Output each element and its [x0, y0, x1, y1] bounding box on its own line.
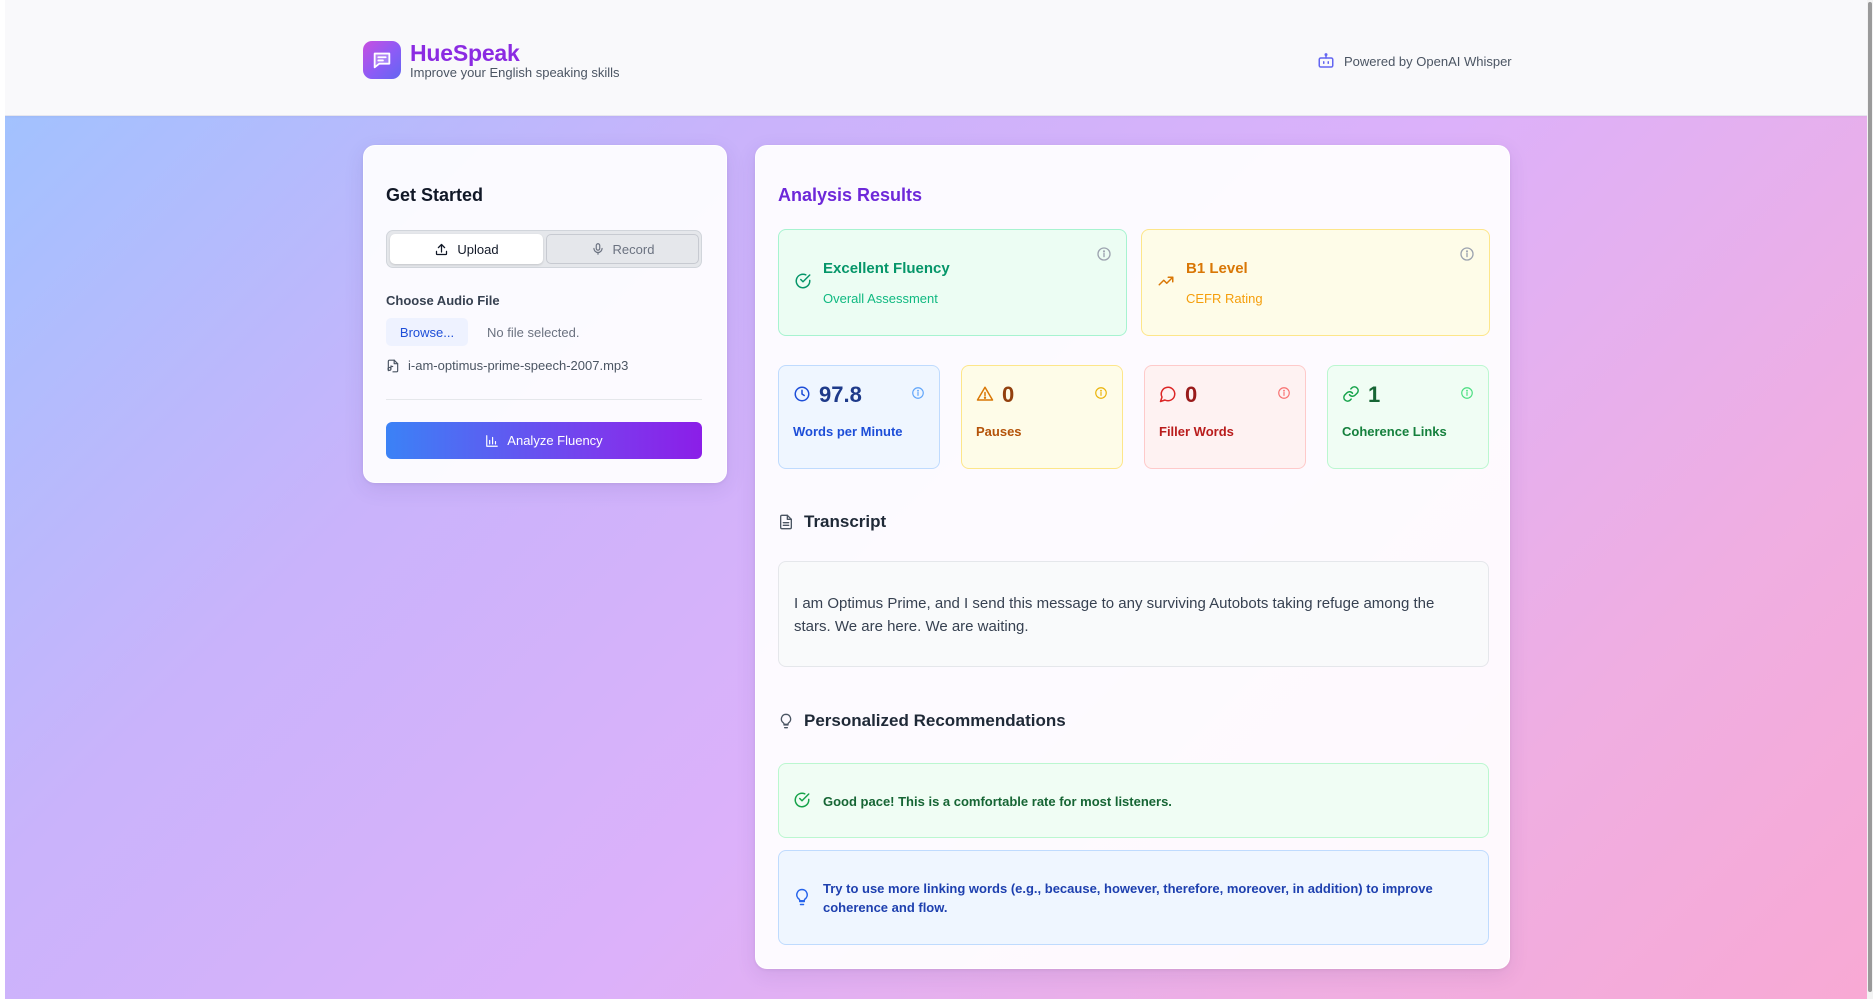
assessment-subtitle: Overall Assessment — [823, 291, 938, 306]
recommendation-text: Try to use more linking words (e.g., bec… — [823, 881, 1433, 915]
clock-icon — [794, 386, 810, 402]
input-mode-tabs: Upload Record — [386, 230, 702, 268]
selected-file-name: i-am-optimus-prime-speech-2007.mp3 — [408, 358, 629, 373]
info-icon[interactable] — [1459, 246, 1475, 262]
info-icon[interactable] — [911, 386, 925, 400]
cefr-title: B1 Level — [1186, 260, 1248, 277]
tab-upload[interactable]: Upload — [390, 234, 543, 264]
divider — [386, 399, 702, 400]
recommendations-heading: Personalized Recommendations — [778, 711, 1066, 731]
metric-value: 1 — [1368, 382, 1381, 407]
audio-file-icon — [387, 359, 399, 372]
transcript-heading: Transcript — [778, 512, 886, 532]
metric-label: Filler Words — [1159, 424, 1234, 439]
get-started-title: Get Started — [386, 185, 484, 205]
metric-value: 0 — [1002, 382, 1015, 407]
app-tagline: Improve your English speaking skills — [410, 65, 620, 80]
transcript-text: I am Optimus Prime, and I send this mess… — [778, 561, 1489, 667]
get-started-card: Get Started Upload Record Choose Audio F… — [363, 145, 727, 483]
metric-label: Pauses — [976, 424, 1022, 439]
lightbulb-icon — [796, 888, 808, 906]
assessment-title: Excellent Fluency — [823, 260, 950, 277]
results-title: Analysis Results — [778, 185, 923, 205]
analyze-fluency-button[interactable]: Analyze Fluency — [386, 422, 702, 459]
app-logo — [363, 41, 401, 79]
powered-by-text: Powered by OpenAI Whisper — [1344, 53, 1512, 69]
lightbulb-icon — [780, 713, 792, 729]
browse-button[interactable]: Browse... — [386, 318, 468, 346]
info-icon[interactable] — [1460, 386, 1474, 400]
overall-assessment-card: Excellent Fluency Overall Assessment — [778, 229, 1127, 336]
transcript-title: Transcript — [804, 512, 887, 531]
metric-label: Coherence Links — [1342, 424, 1447, 439]
app-title: HueSpeak — [410, 40, 520, 66]
file-status: No file selected. — [487, 325, 580, 340]
cefr-rating-card: B1 Level CEFR Rating — [1141, 229, 1490, 336]
recommendation-item: Try to use more linking words (e.g., bec… — [778, 850, 1489, 945]
check-circle-icon — [795, 273, 811, 289]
choose-file-label: Choose Audio File — [386, 293, 500, 308]
metric-coherence-links: 1 Coherence Links — [1327, 365, 1489, 469]
speech-bubble-icon — [1159, 386, 1176, 403]
metric-label: Words per Minute — [793, 424, 903, 439]
tab-upload-label: Upload — [457, 241, 499, 257]
bar-chart-icon — [486, 434, 499, 447]
app-background: HueSpeak Improve your English speaking s… — [5, 0, 1867, 999]
page-scrollbar[interactable] — [1867, 0, 1873, 999]
link-icon — [1343, 386, 1359, 402]
info-icon[interactable] — [1094, 386, 1108, 400]
selected-file: i-am-optimus-prime-speech-2007.mp3 — [386, 358, 628, 373]
cefr-subtitle: CEFR Rating — [1186, 291, 1263, 306]
chat-bubble-icon — [373, 52, 391, 69]
metric-value: 0 — [1185, 382, 1198, 407]
document-icon — [780, 514, 792, 530]
metric-filler-words: 0 Filler Words — [1144, 365, 1306, 469]
warning-triangle-icon — [976, 386, 994, 401]
recommendation-item: Good pace! This is a comfortable rate fo… — [778, 763, 1489, 838]
bot-icon — [1318, 53, 1334, 68]
tab-record-label: Record — [612, 241, 655, 257]
info-icon[interactable] — [1096, 246, 1112, 262]
recommendations-title: Personalized Recommendations — [804, 711, 1066, 730]
microphone-icon — [592, 243, 603, 255]
tab-record[interactable]: Record — [546, 234, 699, 264]
scrollbar-thumb[interactable] — [1868, 2, 1872, 992]
check-circle-icon — [794, 792, 810, 808]
info-icon[interactable] — [1277, 386, 1291, 400]
analysis-results-card: Analysis Results Excellent Fluency Overa… — [755, 145, 1510, 969]
recommendation-text: Good pace! This is a comfortable rate fo… — [823, 794, 1172, 809]
metric-pauses: 0 Pauses — [961, 365, 1123, 469]
analyze-fluency-label: Analyze Fluency — [507, 433, 603, 448]
metric-words-per-minute: 97.8 Words per Minute — [778, 365, 940, 469]
powered-by: Powered by OpenAI Whisper — [1317, 52, 1512, 70]
upload-icon — [436, 243, 448, 255]
trending-up-icon — [1158, 276, 1174, 286]
top-header: HueSpeak Improve your English speaking s… — [5, 0, 1867, 116]
metric-value: 97.8 — [819, 382, 862, 407]
